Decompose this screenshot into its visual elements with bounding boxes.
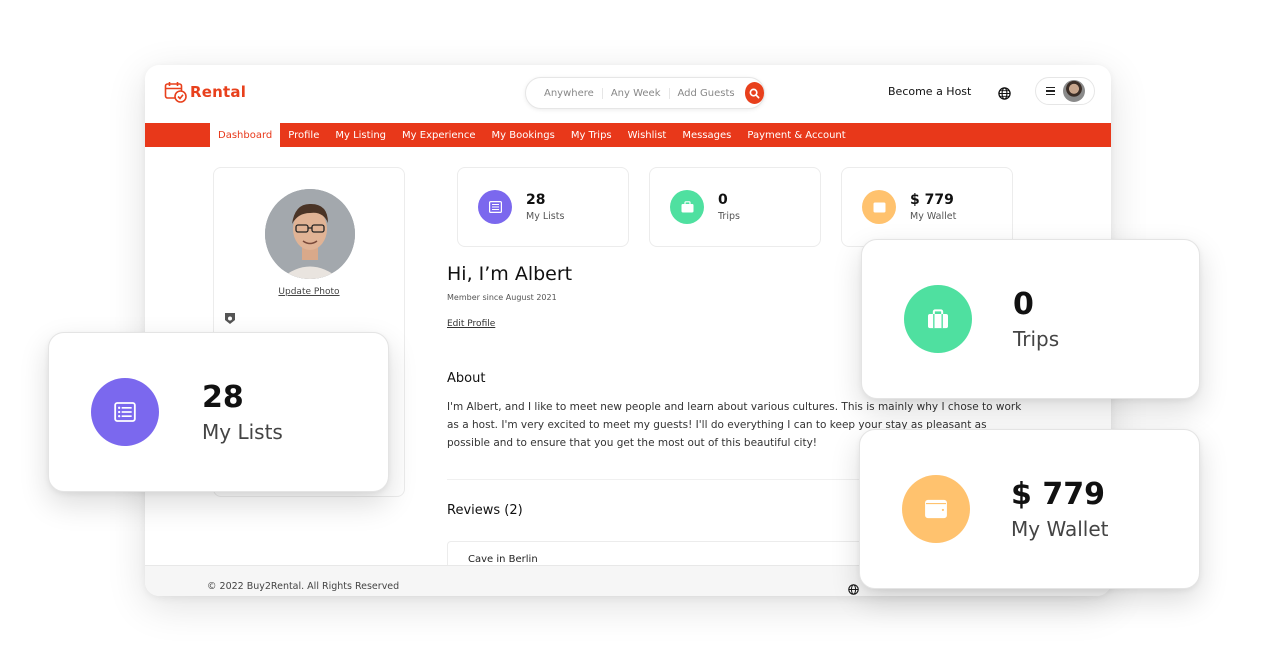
suitcase-icon xyxy=(670,190,704,224)
stat-label: My Wallet xyxy=(910,211,957,223)
stage: Rental Anywhere Any Week Add Guests Beco… xyxy=(0,0,1271,660)
user-menu-button[interactable] xyxy=(1035,77,1095,105)
nav-dashboard[interactable]: Dashboard xyxy=(210,123,281,147)
review-title: Cave in Berlin xyxy=(468,554,538,565)
wallet-icon xyxy=(902,475,970,543)
nav-my-experience[interactable]: My Experience xyxy=(394,123,484,147)
stat-value: 0 xyxy=(718,191,728,208)
zoom-card-my-lists: 28 My Lists xyxy=(48,332,389,492)
logo[interactable]: Rental xyxy=(164,81,246,103)
search-when[interactable]: Any Week xyxy=(601,87,669,99)
list-icon xyxy=(478,190,512,224)
stat-label: Trips xyxy=(1013,326,1060,351)
search-icon xyxy=(749,88,760,98)
divider xyxy=(447,479,867,480)
main-nav: Dashboard Profile My Listing My Experien… xyxy=(145,123,1111,147)
copyright-text: © 2022 Buy2Rental. All Rights Reserved xyxy=(207,581,400,592)
stat-label: My Wallet xyxy=(1011,516,1109,541)
search-where[interactable]: Anywhere xyxy=(536,88,602,99)
footer-language-button[interactable] xyxy=(848,580,859,596)
stat-value: 28 xyxy=(526,191,546,208)
stat-label: My Lists xyxy=(526,211,565,223)
wallet-icon xyxy=(862,190,896,224)
stat-value: 0 xyxy=(1013,286,1034,322)
search-guests[interactable]: Add Guests xyxy=(668,87,743,99)
nav-payment-account[interactable]: Payment & Account xyxy=(739,123,853,147)
nav-my-bookings[interactable]: My Bookings xyxy=(484,123,563,147)
globe-icon xyxy=(848,584,859,595)
nav-my-trips[interactable]: My Trips xyxy=(563,123,620,147)
zoom-card-trips: 0 Trips xyxy=(861,239,1200,399)
zoom-card-wallet: $ 779 My Wallet xyxy=(859,429,1200,589)
calendar-check-icon xyxy=(164,82,187,103)
edit-profile-link[interactable]: Edit Profile xyxy=(447,319,495,329)
member-since: Member since August 2021 xyxy=(447,293,557,302)
update-photo-link[interactable]: Update Photo xyxy=(214,287,404,297)
stat-card-trips[interactable]: 0 Trips xyxy=(649,167,821,247)
stat-label: My Lists xyxy=(202,419,283,444)
stat-label: Trips xyxy=(718,211,740,223)
greeting-heading: Hi, I’m Albert xyxy=(447,263,573,285)
stat-card-my-lists[interactable]: 28 My Lists xyxy=(457,167,629,247)
nav-wishlist[interactable]: Wishlist xyxy=(620,123,675,147)
reviews-heading: Reviews (2) xyxy=(447,503,523,518)
stat-value: $ 779 xyxy=(910,191,954,208)
nav-messages[interactable]: Messages xyxy=(674,123,739,147)
profile-photo xyxy=(265,189,355,279)
become-host-link[interactable]: Become a Host xyxy=(888,85,971,98)
list-icon xyxy=(91,378,159,446)
about-heading: About xyxy=(447,371,486,386)
search-bar[interactable]: Anywhere Any Week Add Guests xyxy=(525,77,765,109)
logo-text: Rental xyxy=(190,83,247,101)
stat-card-wallet[interactable]: $ 779 My Wallet xyxy=(841,167,1013,247)
nav-my-listing[interactable]: My Listing xyxy=(327,123,394,147)
suitcase-icon xyxy=(904,285,972,353)
person-portrait-icon xyxy=(265,189,355,279)
top-bar: Rental Anywhere Any Week Add Guests Beco… xyxy=(145,65,1111,123)
language-button[interactable] xyxy=(998,85,1011,104)
stat-value: 28 xyxy=(202,379,244,415)
nav-profile[interactable]: Profile xyxy=(280,123,327,147)
search-button[interactable] xyxy=(744,82,764,104)
shield-icon xyxy=(224,310,236,329)
stat-value: $ 779 xyxy=(1011,476,1105,512)
user-avatar xyxy=(1063,80,1085,102)
hamburger-icon xyxy=(1046,86,1055,96)
globe-icon xyxy=(998,87,1011,100)
